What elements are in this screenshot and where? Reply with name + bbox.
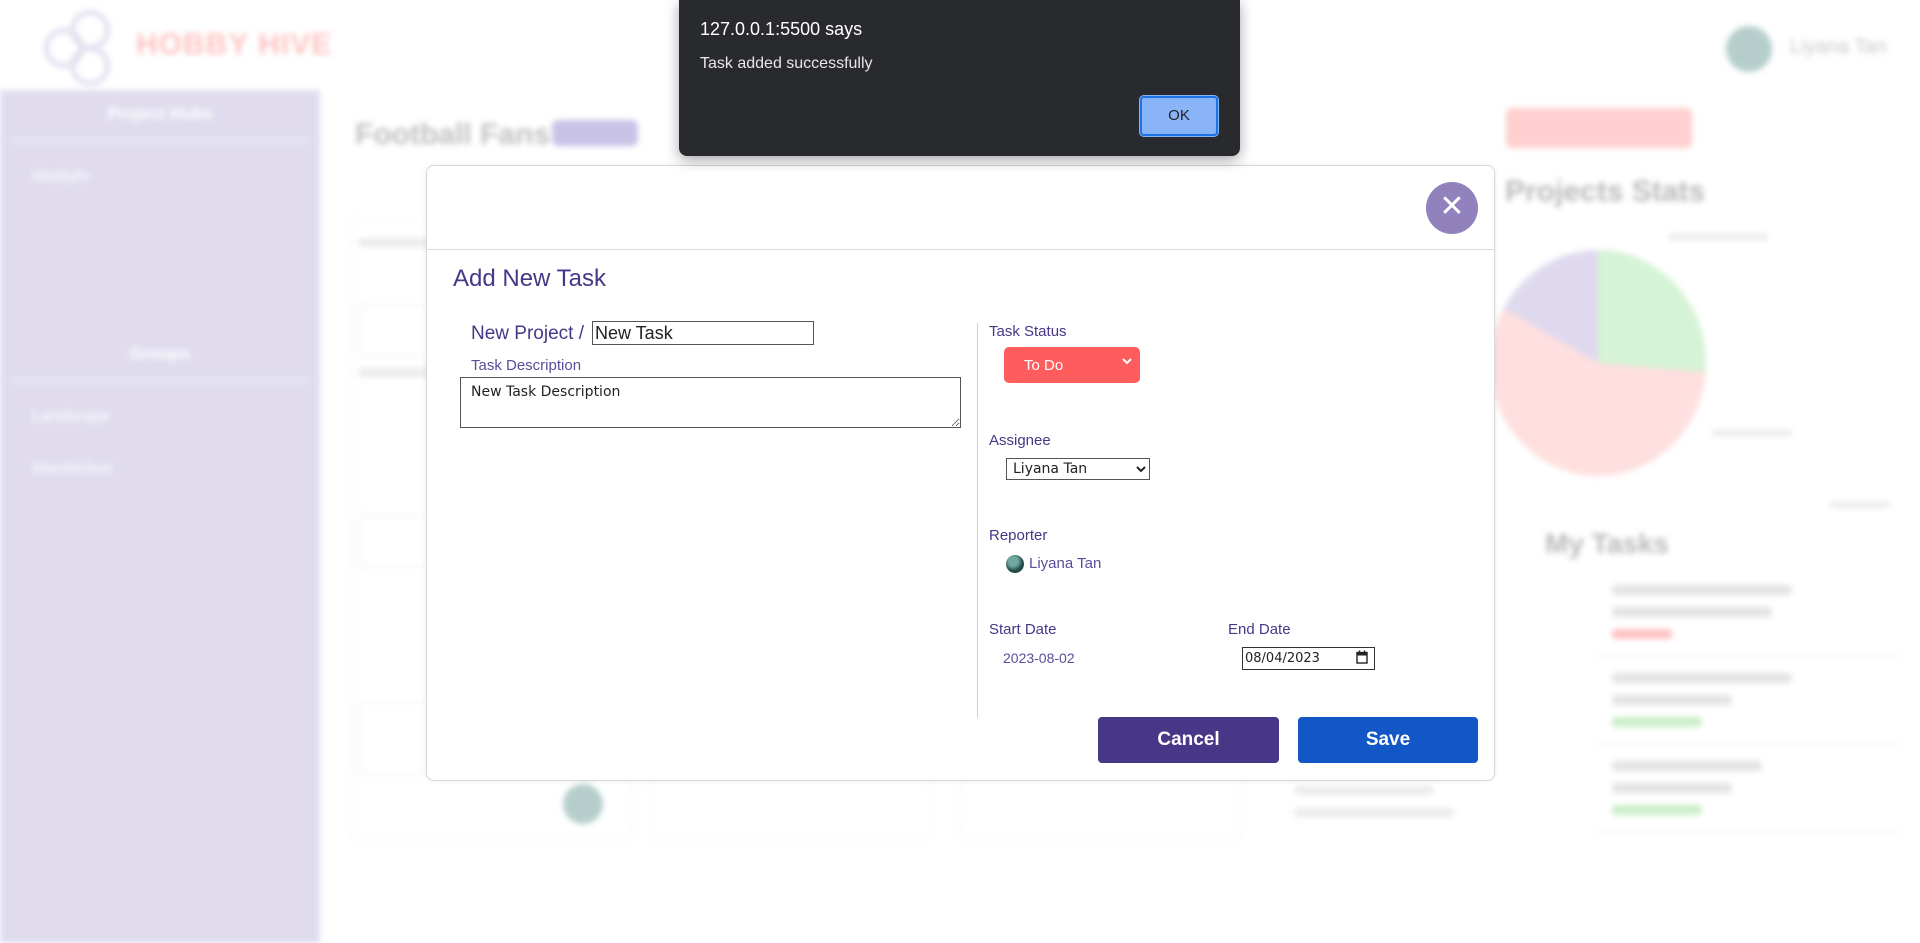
modal-header-divider bbox=[427, 249, 1494, 250]
reporter-name: Liyana Tan bbox=[1029, 555, 1102, 572]
add-task-modal: ✕ Add New Task New Project / Task Descri… bbox=[426, 165, 1495, 781]
start-date-label: Start Date bbox=[989, 621, 1057, 638]
column-divider bbox=[977, 323, 978, 718]
start-date-value: 2023-08-02 bbox=[1003, 650, 1075, 666]
alert-ok-button[interactable]: OK bbox=[1139, 95, 1219, 137]
cancel-button[interactable]: Cancel bbox=[1098, 717, 1279, 763]
modal-title: Add New Task bbox=[453, 265, 606, 292]
status-select[interactable]: To Do bbox=[1004, 347, 1140, 383]
alert-message: Task added successfully bbox=[700, 55, 873, 72]
close-button[interactable]: ✕ bbox=[1426, 182, 1478, 234]
save-button[interactable]: Save bbox=[1298, 717, 1478, 763]
assignee-select[interactable]: Liyana Tan bbox=[1006, 458, 1150, 480]
browser-alert-dialog: 127.0.0.1:5500 says Task added successfu… bbox=[679, 0, 1240, 156]
end-date-label: End Date bbox=[1228, 621, 1291, 638]
end-date-input[interactable] bbox=[1242, 647, 1375, 670]
reporter-label: Reporter bbox=[989, 527, 1048, 544]
description-label: Task Description bbox=[471, 357, 582, 374]
assignee-label: Assignee bbox=[989, 432, 1051, 449]
description-textarea[interactable]: New Task Description bbox=[460, 377, 961, 428]
task-name-input[interactable] bbox=[592, 321, 814, 345]
status-label: Task Status bbox=[989, 323, 1067, 340]
close-icon: ✕ bbox=[1439, 190, 1465, 223]
project-breadcrumb: New Project / bbox=[471, 323, 584, 344]
alert-title: 127.0.0.1:5500 says bbox=[700, 19, 863, 39]
reporter-avatar bbox=[1006, 555, 1024, 573]
